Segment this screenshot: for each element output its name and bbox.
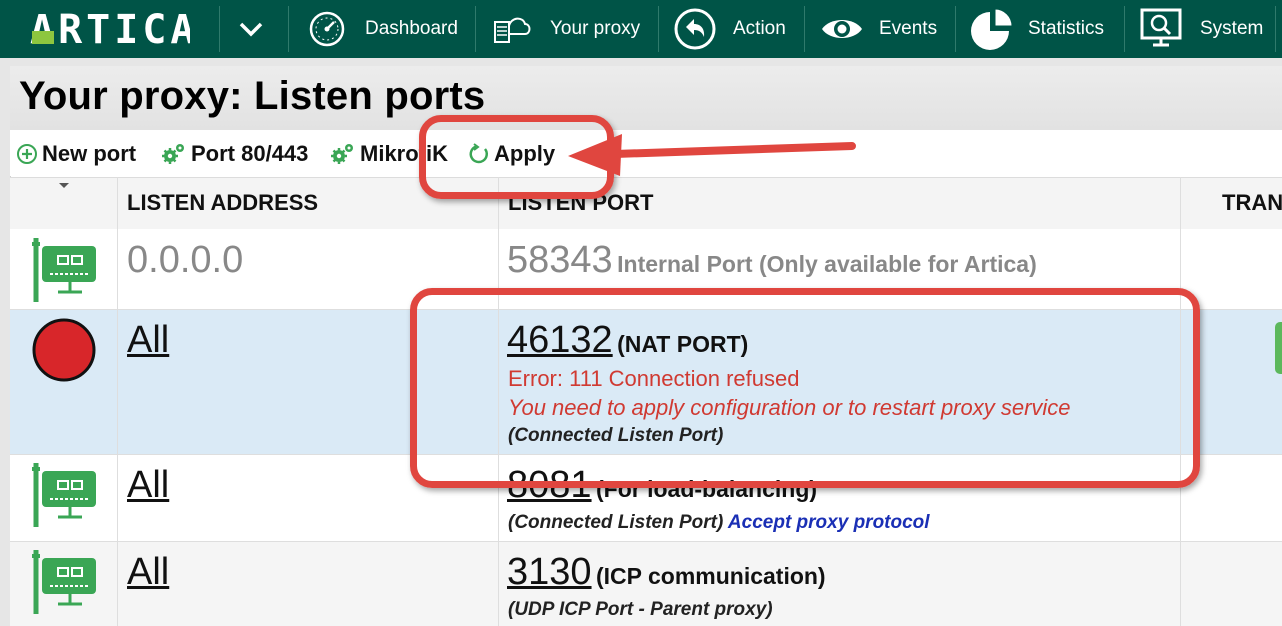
listen-port-cell: 58343 Internal Port (Only available for … — [507, 239, 1037, 282]
port-note-text: (Connected Listen Port) — [508, 512, 724, 533]
error-message: Error: 111 Connection refused — [508, 366, 800, 391]
port-number-link[interactable]: 3130 — [507, 551, 592, 593]
port-80-443-button[interactable]: Port 80/443 — [161, 139, 308, 169]
network-card-icon — [30, 548, 100, 621]
artica-logo[interactable]: ARTICA — [30, 13, 190, 45]
eye-icon — [820, 14, 864, 44]
nav-separator — [288, 6, 289, 52]
port-note: (Connected Listen Port) — [508, 425, 724, 446]
column-divider — [498, 177, 499, 626]
apply-button[interactable]: Apply — [468, 139, 555, 169]
column-divider — [117, 177, 118, 626]
nav-dashboard[interactable]: Dashboard — [308, 0, 458, 58]
page-title: Your proxy: Listen ports — [19, 74, 486, 118]
mikrotik-button[interactable]: MikrotiK — [330, 139, 448, 169]
pie-chart-icon — [970, 7, 1016, 51]
listen-port-cell: 8081 (For load-balancing) — [507, 464, 817, 507]
mikrotik-label: MikrotiK — [360, 141, 448, 166]
nav-your-proxy[interactable]: Your proxy — [493, 0, 640, 58]
network-card-icon — [30, 236, 100, 309]
gears-icon — [331, 144, 353, 164]
port-number: 58343 — [507, 239, 613, 281]
listen-port-cell: 3130 (ICP communication) — [507, 551, 826, 594]
plus-circle-icon — [17, 144, 37, 164]
port-number-link[interactable]: 8081 — [507, 464, 592, 506]
listen-address-link[interactable]: All — [127, 551, 169, 594]
gears-icon — [162, 144, 184, 164]
port-description: (For load-balancing) — [596, 476, 818, 502]
row-divider — [10, 454, 1282, 455]
column-header-listen-address[interactable]: LISTEN ADDRESS — [127, 190, 318, 216]
column-header-listen-port[interactable]: LISTEN PORT — [508, 190, 653, 216]
proxy-server-icon — [493, 12, 533, 46]
listen-address: 0.0.0.0 — [127, 239, 244, 281]
warning-message: You need to apply configuration or to re… — [508, 395, 1071, 420]
red-status-circle-icon — [31, 317, 97, 388]
nav-label-statistics: Statistics — [1028, 18, 1105, 39]
nav-separator — [804, 6, 805, 52]
action-back-arrow-icon — [673, 7, 717, 51]
chevron-down-icon — [239, 22, 263, 37]
nav-statistics[interactable]: Statistics — [970, 0, 1104, 58]
nav-separator — [955, 6, 956, 52]
nav-separator — [1124, 6, 1125, 52]
nav-action[interactable]: Action — [673, 0, 786, 58]
nav-separator — [475, 6, 476, 52]
nav-label-system: System — [1200, 18, 1264, 39]
new-port-button[interactable]: New port — [16, 139, 136, 169]
system-monitor-icon — [1139, 7, 1185, 51]
refresh-icon — [469, 143, 488, 164]
port-80-443-label: Port 80/443 — [191, 141, 309, 166]
column-divider — [1180, 177, 1181, 626]
nav-label-dashboard: Dashboard — [365, 18, 458, 39]
new-port-label: New port — [42, 141, 137, 166]
accept-proxy-protocol-link[interactable]: Accept proxy protocol — [728, 512, 930, 533]
nav-menu-toggle[interactable] — [238, 0, 264, 58]
apply-label: Apply — [494, 141, 556, 166]
row-divider — [10, 309, 1282, 310]
top-navigation-bar: ARTICA Dashboard Your proxy Action Event… — [0, 0, 1282, 58]
nav-system[interactable]: System — [1139, 0, 1263, 58]
port-description: (ICP communication) — [596, 563, 826, 589]
nav-separator — [219, 6, 220, 52]
nav-separator — [1275, 6, 1276, 52]
column-header-transparent[interactable]: TRAN — [1222, 190, 1282, 216]
listen-address-link[interactable]: All — [127, 464, 169, 507]
nav-separator — [658, 6, 659, 52]
port-description: (NAT PORT) — [617, 331, 749, 357]
listen-address-link[interactable]: All — [127, 319, 169, 362]
nav-label-action: Action — [733, 18, 786, 39]
port-description: Internal Port (Only available for Artica… — [617, 251, 1037, 277]
sort-caret-icon[interactable] — [58, 182, 70, 190]
transparent-status-badge[interactable] — [1275, 322, 1282, 374]
dashboard-gauge-icon — [308, 10, 346, 48]
port-note: (Connected Listen Port) Accept proxy pro… — [508, 512, 930, 534]
nav-label-your-proxy: Your proxy — [550, 18, 641, 39]
port-note: (UDP ICP Port - Parent proxy) — [508, 599, 773, 620]
port-number-link[interactable]: 46132 — [507, 319, 613, 361]
listen-port-cell: 46132 (NAT PORT) — [507, 319, 748, 362]
nav-events[interactable]: Events — [820, 0, 937, 58]
row-divider — [10, 541, 1282, 542]
nav-label-events: Events — [879, 18, 938, 39]
network-card-icon — [30, 461, 100, 534]
